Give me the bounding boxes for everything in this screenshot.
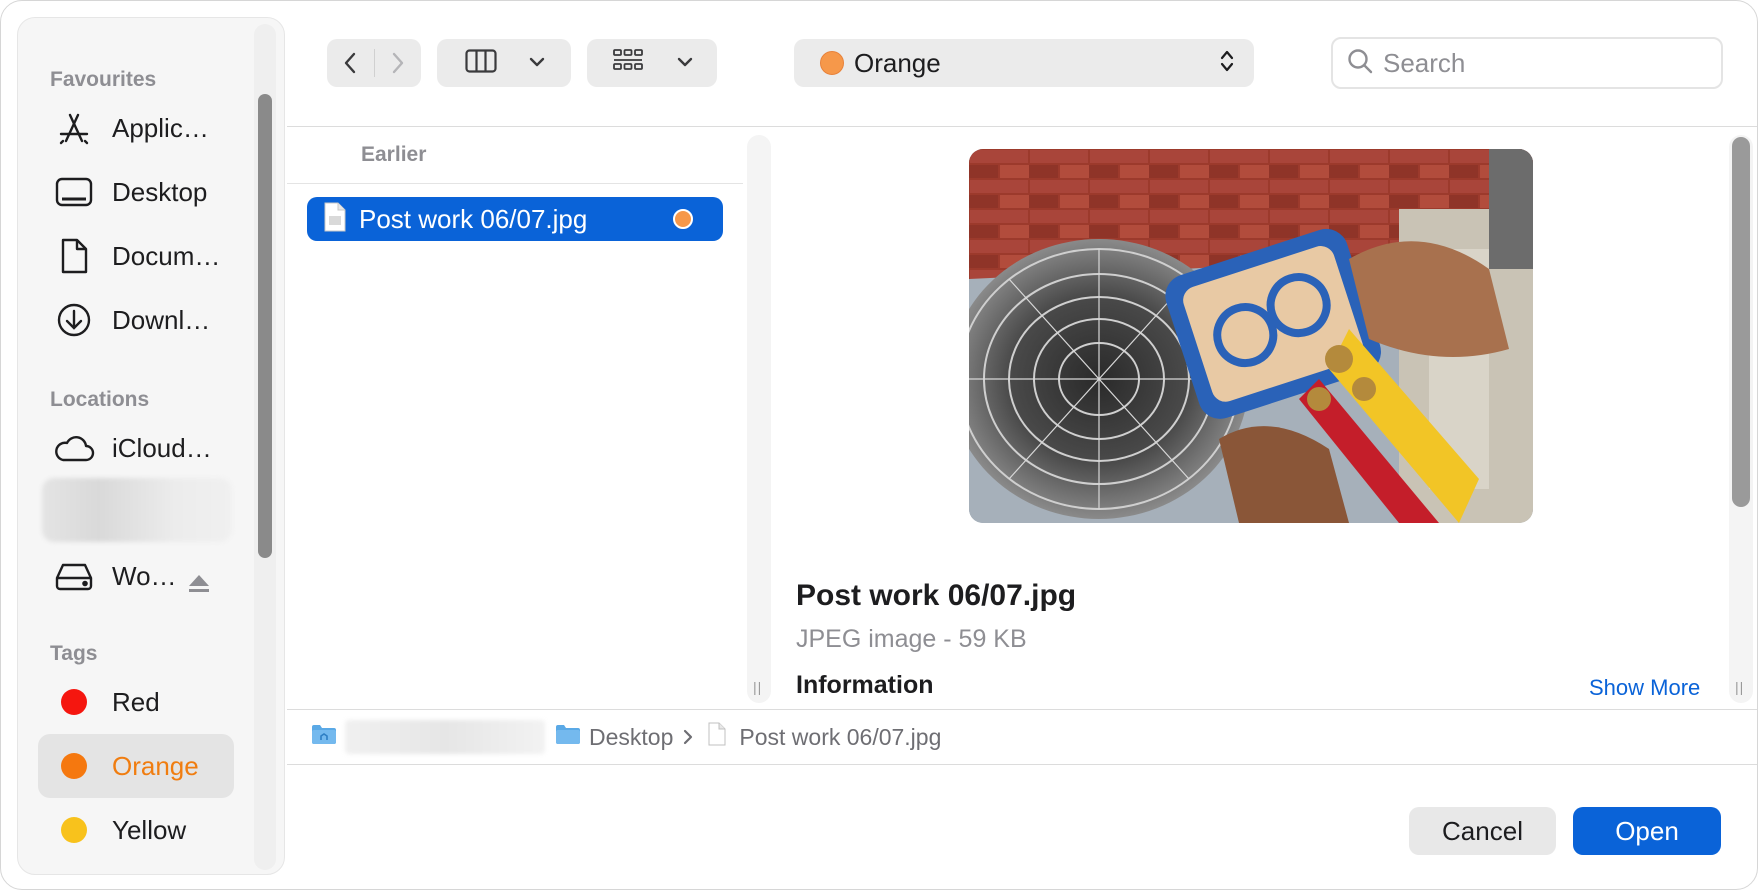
toolbar-divider [287, 126, 1757, 127]
eject-icon[interactable] [188, 574, 210, 600]
orange-tag-icon [52, 744, 96, 788]
sidebar-item-label: Yellow [112, 814, 187, 845]
downloads-icon [52, 298, 96, 342]
sidebar-item-label: Docum… [112, 240, 221, 271]
column-scrollbar[interactable] [747, 135, 771, 703]
image-preview [969, 149, 1533, 523]
sidebar-item-label: iCloud… [112, 432, 212, 463]
applications-icon [52, 106, 96, 150]
preview-subtitle: JPEG image - 59 KB [796, 625, 1027, 653]
chevron-right-icon [392, 52, 403, 74]
sidebar-item-applications[interactable]: Applic… [38, 96, 234, 160]
information-heading: Information [796, 671, 934, 699]
search-input[interactable] [1383, 47, 1683, 79]
image-file-icon [707, 722, 727, 752]
favourites-heading: Favourites [50, 68, 157, 91]
chevron-left-icon [345, 52, 356, 74]
desktop-folder-icon [555, 723, 581, 751]
preview-scrollbar-thumb[interactable] [1732, 137, 1750, 507]
sidebar-scrollbar-thumb[interactable] [258, 94, 272, 558]
drive-icon [52, 554, 96, 598]
image-file-icon [323, 202, 347, 237]
path-bar: Desktop Post work 06/07.jpg [311, 719, 941, 755]
group-button[interactable] [587, 39, 717, 87]
cloud-icon [52, 426, 96, 470]
sidebar-item-icloud[interactable]: iCloud… [38, 416, 234, 480]
show-more-link[interactable]: Show More [1589, 675, 1700, 701]
document-icon [52, 234, 96, 278]
orange-tag-icon [673, 209, 693, 229]
forward-button[interactable] [374, 39, 421, 87]
sidebar-item-label: Wo… [112, 560, 177, 591]
navigation-buttons [327, 39, 421, 87]
file-item-selected[interactable]: Post work 06/07.jpg [307, 197, 723, 241]
divider [287, 183, 743, 184]
view-mode-button[interactable] [437, 39, 571, 87]
chevron-down-icon [529, 54, 545, 72]
path-segment-desktop[interactable]: Desktop [589, 724, 673, 751]
path-segment-file[interactable]: Post work 06/07.jpg [739, 724, 941, 751]
location-popup-label: Orange [854, 47, 941, 78]
sidebar-item-desktop[interactable]: Desktop [38, 160, 234, 224]
section-header: Earlier [361, 143, 427, 166]
up-down-chevron-icon [1220, 49, 1234, 78]
redacted-path-segment[interactable] [345, 720, 545, 754]
preview-resize-handle[interactable]: || [1735, 679, 1744, 695]
column-view-icon [465, 48, 497, 78]
redacted-location[interactable] [42, 478, 232, 542]
file-name: Post work 06/07.jpg [359, 203, 588, 234]
home-folder-icon[interactable] [311, 723, 337, 751]
divider [287, 764, 1757, 765]
sidebar-item-label: Orange [112, 750, 199, 781]
orange-tag-icon [820, 51, 844, 75]
sidebar-tag-orange[interactable]: Orange [38, 734, 234, 798]
open-button[interactable]: Open [1573, 807, 1721, 855]
search-icon [1347, 48, 1373, 79]
sidebar-tag-red[interactable]: Red [38, 670, 234, 734]
yellow-tag-icon [52, 808, 96, 852]
location-popup[interactable]: Orange [794, 39, 1254, 87]
column-resize-handle[interactable]: || [753, 679, 762, 695]
sidebar-item-label: Desktop [112, 176, 208, 207]
chevron-right-icon [683, 724, 693, 751]
open-file-dialog: Favourites Applic… Desktop Docum… Downl… [0, 0, 1758, 890]
preview-title: Post work 06/07.jpg [796, 579, 1077, 612]
sidebar-item-label: Applic… [112, 112, 209, 143]
sidebar-item-label: Red [112, 686, 160, 717]
search-field[interactable] [1331, 37, 1723, 89]
sidebar-tag-yellow[interactable]: Yellow [38, 798, 234, 862]
sidebar-item-documents[interactable]: Docum… [38, 224, 234, 288]
chevron-down-icon [677, 54, 693, 72]
grid-icon [613, 48, 643, 78]
back-button[interactable] [327, 39, 374, 87]
tags-heading: Tags [50, 642, 98, 665]
cancel-button[interactable]: Cancel [1409, 807, 1556, 855]
sidebar-item-downloads[interactable]: Downl… [38, 288, 234, 352]
red-tag-icon [52, 680, 96, 724]
desktop-icon [52, 170, 96, 214]
locations-heading: Locations [50, 388, 150, 411]
sidebar: Favourites Applic… Desktop Docum… Downl… [17, 17, 285, 875]
divider [287, 709, 1757, 710]
sidebar-item-label: Downl… [112, 304, 211, 335]
